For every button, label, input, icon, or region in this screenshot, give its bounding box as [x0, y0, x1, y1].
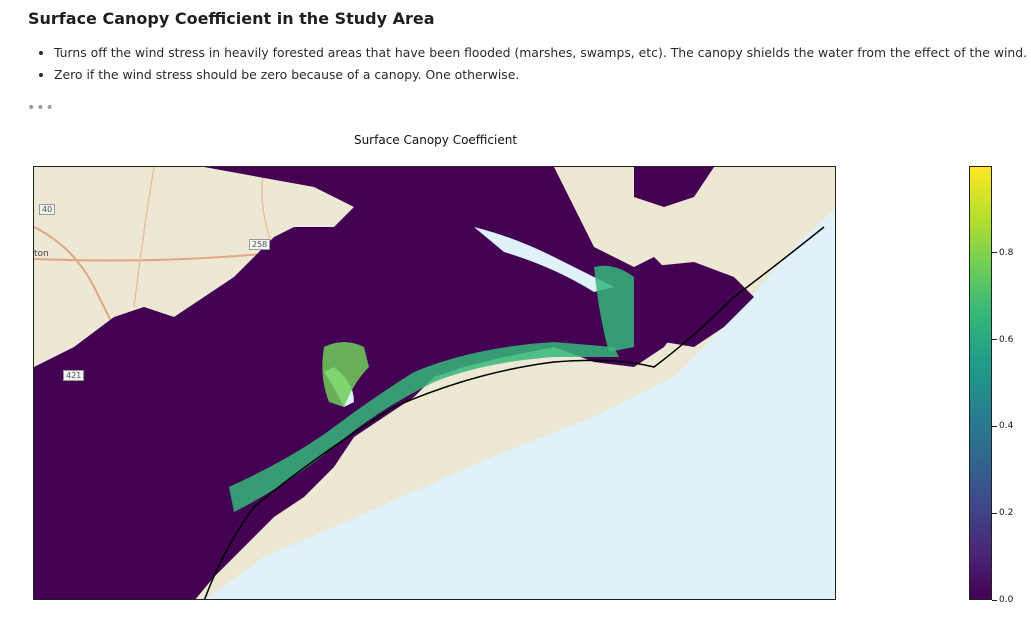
colorbar-tick [992, 512, 997, 514]
collapsed-output-icon[interactable]: ••• [27, 101, 55, 115]
colorbar-tick [992, 252, 997, 254]
page-heading: Surface Canopy Coefficient in the Study … [28, 9, 435, 28]
colorbar-tick-label: 0.0 [999, 595, 1014, 605]
map-plot: 40 258 421 ton [33, 166, 836, 600]
colorbar-tick-label: 0.2 [999, 508, 1014, 519]
list-item: Turns off the wind stress in heavily for… [54, 42, 1027, 64]
highway-shield-258: 258 [249, 239, 271, 250]
colorbar-tick-label: 0.6 [999, 334, 1014, 345]
colorbar-tick [992, 599, 997, 601]
chart-title: Surface Canopy Coefficient [353, 133, 518, 147]
colorbar-tick-label: 0.4 [999, 421, 1014, 432]
description-list: Turns off the wind stress in heavily for… [36, 42, 1027, 86]
list-item: Zero if the wind stress should be zero b… [54, 64, 1027, 86]
colorbar [969, 166, 992, 600]
highway-shield-421: 421 [63, 370, 85, 381]
highway-shield-40: 40 [39, 204, 56, 215]
colorbar-tick [992, 425, 997, 427]
town-label: ton [34, 249, 49, 259]
colorbar-tick-label: 0.8 [999, 247, 1014, 258]
map-svg [34, 167, 835, 599]
colorbar-tick [992, 339, 997, 341]
